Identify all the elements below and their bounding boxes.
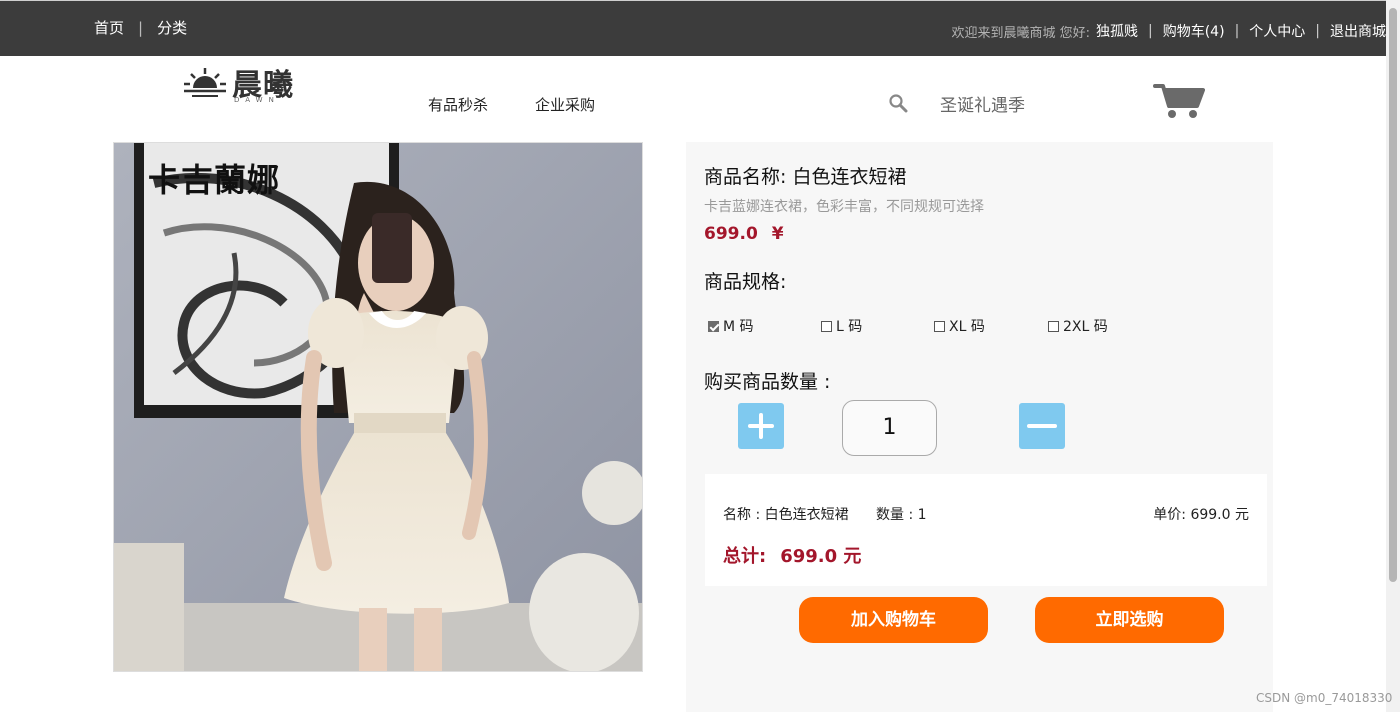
top-bar: 首页 | 分类 欢迎来到晨曦商城 您好: 独孤贱 | 购物车(4) | 个人中心… [0,0,1386,56]
site-logo[interactable]: 晨曦 DAWN [182,60,312,108]
user-links: 欢迎来到晨曦商城 您好: 独孤贱 | 购物车(4) | 个人中心 | 退出商城 [951,21,1386,41]
summary-unit-price: 单价: 699.0 元 [1153,507,1249,523]
checkbox[interactable] [821,320,832,332]
product-price: 699.0 ¥ [704,224,784,244]
summary-total: 总计: 699.0 元 [723,542,861,568]
sunrise-icon [184,68,226,97]
top-nav: 首页 | 分类 [94,17,187,38]
top-nav-separator: | [138,18,144,37]
checkbox[interactable] [1048,320,1059,332]
top-nav-home[interactable]: 首页 [94,17,124,38]
summary-total-label: 总计: [723,546,767,567]
scrollbar-thumb[interactable] [1389,8,1397,582]
product-detail-panel: 商品名称: 白色连衣短裙 卡吉蓝娜连衣裙，色彩丰富，不同规规可选择 699.0 ¥… [686,142,1273,712]
product-name: 商品名称: 白色连衣短裙 [704,166,907,188]
checkbox[interactable] [934,320,945,332]
logout-link[interactable]: 退出商城 [1330,21,1386,41]
page-scrollbar[interactable] [1386,0,1400,712]
spec-option-2xl[interactable]: 2XL 码 [1048,316,1108,336]
cart-icon[interactable] [1153,82,1205,120]
username-link[interactable]: 独孤贱 [1096,21,1138,41]
logo-subtext: DAWN [234,96,280,104]
product-description: 卡吉蓝娜连衣裙，色彩丰富，不同规规可选择 [704,199,984,215]
spec-option-l[interactable]: L 码 [821,316,862,336]
nav-flash-sale[interactable]: 有品秒杀 [428,94,488,115]
spec-option-m[interactable]: M 码 [708,316,754,336]
spec-label: 2XL 码 [1063,319,1108,335]
quantity-increase-button[interactable] [738,403,784,449]
user-links-separator: | [1234,23,1240,39]
currency-symbol: ¥ [771,224,784,244]
product-photo [114,143,642,671]
product-price-value: 699.0 [704,224,758,244]
search-input[interactable]: 圣诞礼遇季 [940,91,1025,116]
watermark: CSDN @m0_74018330 [1256,691,1393,705]
spec-option-xl[interactable]: XL 码 [934,316,985,336]
top-nav-category[interactable]: 分类 [157,17,187,38]
spec-label: L 码 [836,319,863,335]
quantity-input[interactable]: 1 [842,400,937,456]
summary-name: 名称 : 白色连衣短裙 [723,507,849,523]
user-links-separator: | [1315,23,1320,39]
order-summary: 名称 : 白色连衣短裙 数量 : 1 单价: 699.0 元 总计: 699.0 … [705,474,1267,586]
image-brand-text: 卡吉蘭娜 [148,161,281,199]
quantity-decrease-button[interactable] [1019,403,1065,449]
cart-link[interactable]: 购物车(4) [1163,21,1225,41]
search-icon[interactable] [888,93,908,113]
spec-label: M 码 [723,319,754,335]
user-links-separator: | [1148,23,1153,39]
quantity-title: 购买商品数量 : [704,371,831,393]
add-to-cart-button[interactable]: 加入购物车 [799,597,988,643]
profile-link[interactable]: 个人中心 [1249,21,1305,41]
summary-quantity: 数量 : 1 [876,507,927,523]
buy-now-button[interactable]: 立即选购 [1035,597,1224,643]
spec-label: XL 码 [949,319,985,335]
checkbox[interactable] [708,320,719,332]
summary-total-value: 699.0 元 [780,546,862,567]
product-image[interactable]: 卡吉蘭娜 [113,142,643,672]
welcome-text: 欢迎来到晨曦商城 您好: [951,25,1090,41]
spec-title: 商品规格: [704,271,787,293]
nav-enterprise-purchase[interactable]: 企业采购 [535,94,595,115]
